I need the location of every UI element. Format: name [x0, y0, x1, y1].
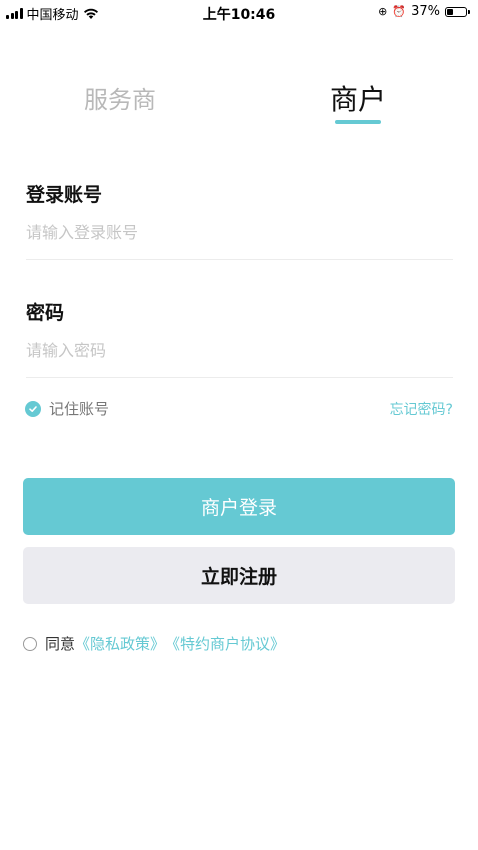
status-bar: 中国移动 上午10:46 ⊕ ⏰ 37% — [0, 0, 478, 24]
battery-nub — [468, 9, 470, 14]
remember-account-label: 记住账号 — [49, 400, 110, 418]
agreement-radio[interactable] — [23, 636, 37, 651]
register-now-button[interactable]: 立即注册 — [23, 547, 455, 604]
tab-service-provider[interactable]: 服务商 — [84, 80, 156, 115]
privacy-policy-link[interactable]: 《隐私政策》 — [75, 633, 165, 654]
forgot-password-link[interactable]: 忘记密码? — [390, 399, 453, 419]
merchant-agreement-link[interactable]: 《特约商户协议》 — [165, 633, 285, 654]
account-divider — [26, 259, 453, 260]
agreement-row: 同意 《隐私政策》 《特约商户协议》 — [23, 633, 285, 654]
tab-merchant[interactable]: 商户 — [330, 78, 386, 118]
merchant-login-button[interactable]: 商户登录 — [23, 478, 455, 535]
status-right: ⊕ ⏰ 37% — [378, 4, 470, 19]
battery-percent: 37% — [411, 4, 440, 19]
battery-icon — [445, 6, 467, 17]
remember-account-toggle[interactable]: 记住账号 — [25, 398, 109, 419]
alarm-icon: ⏰ — [392, 5, 407, 18]
account-label: 登录账号 — [26, 184, 103, 206]
orientation-lock-icon: ⊕ — [378, 5, 388, 18]
password-label: 密码 — [26, 302, 65, 324]
checkmark-icon — [25, 400, 41, 417]
password-divider — [26, 377, 453, 378]
tab-active-indicator — [335, 120, 381, 124]
agreement-prefix: 同意 — [45, 635, 76, 653]
account-input[interactable] — [26, 214, 453, 250]
password-input[interactable] — [26, 332, 453, 368]
